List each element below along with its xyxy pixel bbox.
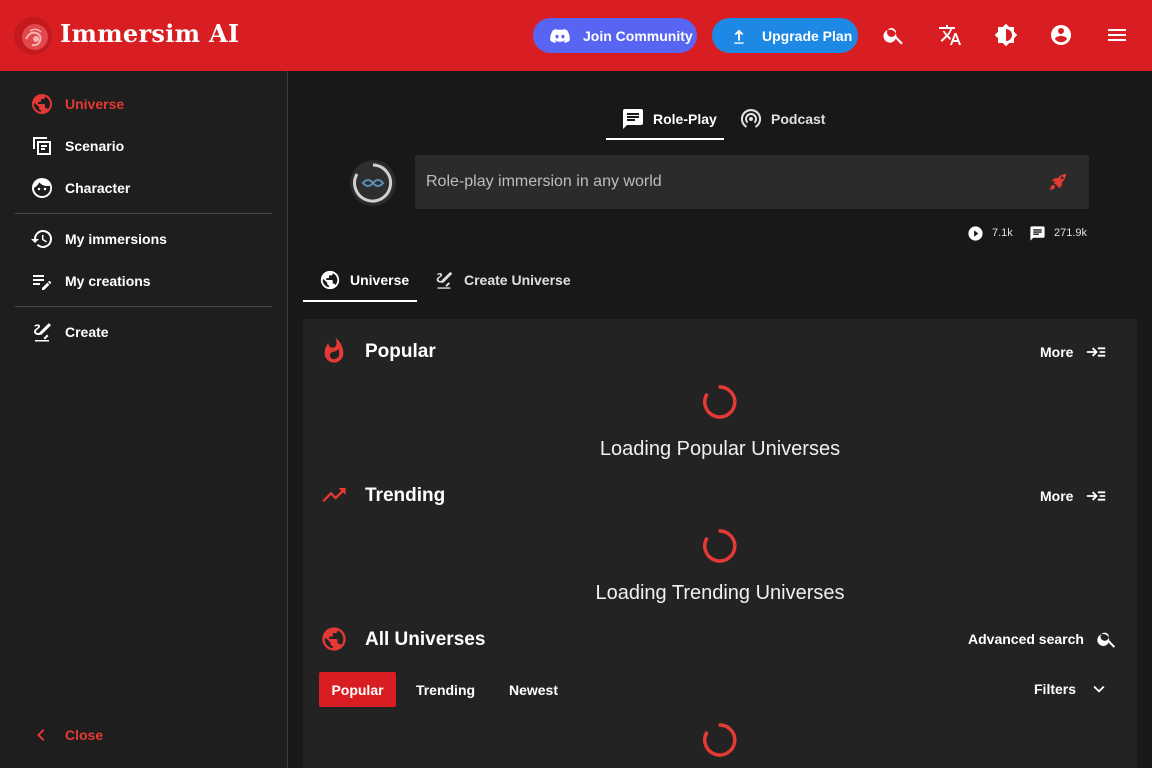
globe-icon — [32, 94, 52, 114]
sidebar-item-scenario[interactable]: Scenario — [30, 134, 124, 158]
podcast-icon — [740, 108, 762, 128]
chevron-left-icon — [37, 729, 45, 741]
sidebar-item-label: Character — [65, 180, 131, 196]
upgrade-plan-button[interactable]: Upgrade Plan — [712, 18, 858, 53]
sidebar: Universe Scenario Character My immersion… — [0, 71, 288, 768]
join-community-label: Join Community — [583, 27, 693, 44]
discord-icon — [550, 28, 570, 43]
sidebar-divider — [15, 213, 272, 214]
subtab-universe[interactable]: Universe — [319, 268, 409, 292]
sidebar-item-label: My creations — [65, 273, 151, 289]
plays-count: 7.1k — [992, 227, 1013, 239]
loading-spinner — [703, 529, 737, 563]
advanced-search-label: Advanced search — [968, 631, 1084, 647]
tab-label: Podcast — [771, 111, 826, 127]
fire-icon — [324, 337, 344, 363]
upgrade-plan-label: Upgrade Plan — [762, 27, 853, 44]
tab-active-indicator — [606, 138, 724, 140]
trending-more-button[interactable]: More — [1040, 485, 1107, 507]
subtab-label: Universe — [350, 272, 410, 288]
sidebar-item-character[interactable]: Character — [30, 176, 130, 200]
draw-icon — [34, 323, 51, 342]
advanced-search-button[interactable]: Advanced search — [968, 628, 1118, 650]
main-content: Role-Play Podcast 7.1k 271.9k Universe C… — [288, 71, 1152, 768]
sidebar-close-button[interactable]: Close — [30, 723, 103, 747]
tab-podcast[interactable]: Podcast — [739, 107, 825, 131]
trending-loading-text: Loading Trending Universes — [595, 582, 845, 604]
sidebar-item-label: Scenario — [65, 138, 125, 154]
prompt-input[interactable] — [415, 155, 1035, 209]
face-icon — [32, 178, 52, 198]
logo-icon[interactable] — [14, 17, 52, 55]
messages-stat: 271.9k — [1029, 224, 1087, 242]
sidebar-close-label: Close — [65, 727, 104, 743]
plays-stat: 7.1k — [967, 224, 1013, 242]
upload-arrow-icon — [734, 29, 744, 44]
trending-title: Trending — [365, 485, 446, 506]
translate-icon[interactable] — [938, 23, 962, 47]
subtab-active-indicator — [303, 300, 417, 302]
subtab-label: Create Universe — [464, 272, 571, 288]
sidebar-item-label: Universe — [65, 96, 125, 112]
search-icon[interactable] — [882, 23, 906, 47]
account-icon[interactable] — [1049, 23, 1073, 47]
all-universes-title: All Universes — [365, 629, 486, 650]
brightness-icon[interactable] — [994, 23, 1018, 47]
scenario-icon — [33, 137, 51, 155]
more-arrow-icon — [1087, 491, 1106, 501]
sidebar-item-universe[interactable]: Universe — [30, 92, 124, 116]
more-label: More — [1040, 344, 1074, 360]
chip-trending[interactable]: Trending — [407, 672, 484, 707]
app-header: Immersim AI Join Community Upgrade Plan — [0, 0, 1152, 71]
join-community-button[interactable]: Join Community — [533, 18, 697, 53]
chip-newest[interactable]: Newest — [495, 672, 572, 707]
trending-up-icon — [322, 488, 346, 502]
more-label: More — [1040, 488, 1074, 504]
globe-icon — [320, 270, 340, 290]
filters-button[interactable]: Filters — [1034, 678, 1110, 700]
prompt-search-box — [415, 155, 1089, 209]
sidebar-item-create[interactable]: Create — [30, 320, 109, 344]
tab-label: Role-Play — [653, 111, 717, 127]
sidebar-item-label: Create — [65, 324, 109, 340]
sidebar-item-my-creations[interactable]: My creations — [30, 269, 151, 293]
search-icon — [1097, 632, 1116, 648]
loading-spinner — [703, 385, 737, 419]
play-circle-icon — [968, 225, 983, 241]
loading-spinner — [703, 723, 737, 757]
chip-popular[interactable]: Popular — [319, 672, 396, 707]
popular-more-button[interactable]: More — [1040, 341, 1107, 363]
chat-icon — [623, 109, 643, 129]
globe-icon — [322, 627, 346, 651]
universe-panel: Popular More Loading Popular Universes T… — [303, 319, 1137, 768]
edit-note-icon — [33, 275, 52, 290]
messages-count: 271.9k — [1054, 227, 1088, 239]
avatar[interactable] — [350, 160, 396, 206]
history-icon — [31, 229, 53, 248]
draw-icon — [436, 271, 453, 289]
message-icon — [1030, 225, 1045, 241]
filters-label: Filters — [1034, 681, 1077, 697]
rocket-icon[interactable] — [1047, 171, 1069, 193]
popular-title: Popular — [365, 341, 436, 362]
more-arrow-icon — [1087, 347, 1106, 357]
sidebar-item-label: My immersions — [65, 231, 167, 247]
sidebar-item-my-immersions[interactable]: My immersions — [30, 227, 167, 251]
popular-loading-text: Loading Popular Universes — [599, 438, 841, 460]
tab-role-play[interactable]: Role-Play — [621, 107, 717, 131]
menu-icon[interactable] — [1105, 23, 1129, 47]
subtab-create-universe[interactable]: Create Universe — [433, 268, 571, 292]
brand-name: Immersim AI — [60, 19, 240, 48]
sidebar-divider — [15, 306, 272, 307]
chevron-down-icon — [1093, 685, 1105, 693]
